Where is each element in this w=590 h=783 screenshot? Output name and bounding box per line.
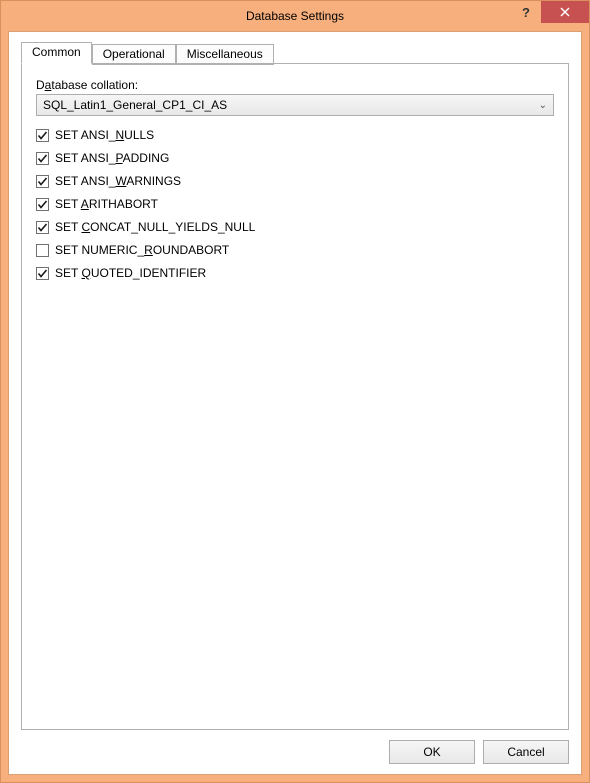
option-label: SET ARITHABORT [55, 197, 158, 211]
window-controls: ? [511, 1, 589, 23]
option-label: SET ANSI_PADDING [55, 151, 169, 165]
option-row: SET CONCAT_NULL_YIELDS_NULL [36, 220, 554, 234]
option-row: SET ANSI_WARNINGS [36, 174, 554, 188]
title-bar: Database Settings ? [1, 1, 589, 31]
tab-common[interactable]: Common [21, 42, 92, 64]
help-button[interactable]: ? [511, 1, 541, 23]
option-row: SET ANSI_PADDING [36, 151, 554, 165]
check-icon [37, 268, 48, 279]
option-checkbox[interactable] [36, 221, 49, 234]
ok-button[interactable]: OK [389, 740, 475, 764]
option-label: SET QUOTED_IDENTIFIER [55, 266, 206, 280]
window-title: Database Settings [1, 9, 589, 23]
tab-label: Common [32, 45, 81, 59]
option-row: SET NUMERIC_ROUNDABORT [36, 243, 554, 257]
options-list: SET ANSI_NULLS SET ANSI_PADDING SET ANSI_W… [36, 128, 554, 280]
tab-page-common: Database collation: SQL_Latin1_General_C… [21, 64, 569, 730]
client-area: Common Operational Miscellaneous Databas… [8, 31, 582, 775]
option-checkbox[interactable] [36, 129, 49, 142]
tab-operational[interactable]: Operational [92, 44, 176, 65]
dialog-window: Database Settings ? Common Operational M… [0, 0, 590, 783]
check-icon [37, 199, 48, 210]
collation-combobox[interactable]: SQL_Latin1_General_CP1_CI_AS ⌄ [36, 94, 554, 116]
check-icon [37, 153, 48, 164]
option-row: SET QUOTED_IDENTIFIER [36, 266, 554, 280]
option-checkbox[interactable] [36, 267, 49, 280]
tab-miscellaneous[interactable]: Miscellaneous [176, 44, 274, 65]
option-checkbox[interactable] [36, 244, 49, 257]
option-checkbox[interactable] [36, 198, 49, 211]
chevron-down-icon: ⌄ [537, 100, 549, 111]
option-row: SET ANSI_NULLS [36, 128, 554, 142]
collation-value: SQL_Latin1_General_CP1_CI_AS [43, 98, 537, 112]
option-checkbox[interactable] [36, 175, 49, 188]
button-label: OK [423, 745, 440, 759]
collation-label: Database collation: [36, 78, 554, 92]
option-label: SET NUMERIC_ROUNDABORT [55, 243, 229, 257]
option-label: SET ANSI_NULLS [55, 128, 154, 142]
option-checkbox[interactable] [36, 152, 49, 165]
check-icon [37, 222, 48, 233]
button-label: Cancel [507, 745, 544, 759]
tab-strip: Common Operational Miscellaneous [21, 42, 569, 64]
cancel-button[interactable]: Cancel [483, 740, 569, 764]
close-button[interactable] [541, 1, 589, 23]
option-label: SET ANSI_WARNINGS [55, 174, 181, 188]
check-icon [37, 176, 48, 187]
close-icon [560, 7, 570, 17]
dialog-buttons: OK Cancel [21, 740, 569, 764]
option-label: SET CONCAT_NULL_YIELDS_NULL [55, 220, 255, 234]
option-row: SET ARITHABORT [36, 197, 554, 211]
tab-label: Operational [103, 47, 165, 61]
tab-baseline [21, 63, 569, 64]
check-icon [37, 130, 48, 141]
tab-label: Miscellaneous [187, 47, 263, 61]
